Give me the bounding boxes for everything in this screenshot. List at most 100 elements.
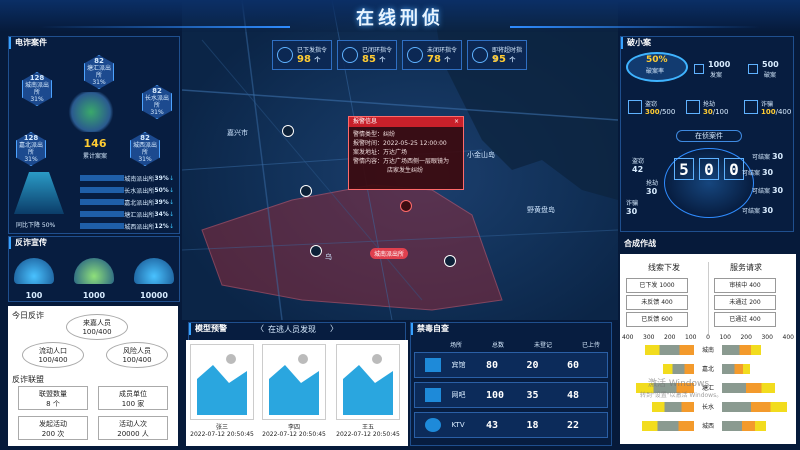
right-stat: 可结案 30 [742,168,774,177]
stat-unclosed[interactable]: 未闭环指令 78 个 [402,40,462,70]
list-item[interactable]: 长水派出所 50% ↓ [80,184,174,196]
stat-value: 85 个 [362,54,386,65]
alliance-participants[interactable]: 活动人次 20000 人 [98,416,168,440]
command-icon [342,47,358,63]
butterfly-label: 长水 [701,404,714,411]
prev-arrow-icon[interactable]: 〈 [256,323,264,334]
list-item[interactable]: 城南派出所 39% ↓ [80,172,174,184]
alliance-activities[interactable]: 发起活动 200 次 [18,416,88,440]
alliance-title: 反诈联盟 [12,375,44,384]
stat-value: 95 个 [492,54,516,65]
fraud-total-value: 146 [83,137,107,150]
bar-icon [80,187,124,193]
police-marker-icon[interactable] [444,255,456,267]
list-item[interactable]: 塘汇派出所 34% ↓ [80,208,174,220]
alarm-popup[interactable]: 报警信息 × 警情类型：纠纷 报警时间：2022-05-25 12:00:00 … [348,116,464,190]
today-item-visitors[interactable]: 来嘉人员 100/400 [66,314,128,340]
active-cases-tab[interactable]: 在侦案件 [676,130,742,142]
butterfly-row[interactable]: 长水 [624,401,792,413]
butterfly-bar-left [645,345,694,355]
person-caption: 王五 2022-07-12 20:50:45 [336,424,400,438]
case-icon [748,64,758,74]
left-stat: 盗窃 42 [632,158,645,174]
theft-icon [628,100,642,114]
center-digits: 5 0 0 [674,158,744,180]
today-item-floating[interactable]: 流动人口 100/400 [22,342,84,368]
police-marker-icon[interactable] [282,125,294,137]
right-stat: 可结案 30 [752,186,784,195]
stat-issued[interactable]: 已下发指令 98 个 [272,40,332,70]
butterfly-row[interactable]: 城南 [624,344,792,356]
popup-line: 店家发生纠纷 [387,167,424,174]
image-placeholder-icon [337,345,399,419]
fraud-compare: 同比下降 50% [16,222,56,229]
right-stat: 可结案 30 [742,206,774,215]
command-icon [472,47,488,63]
windows-watermark-sub: 转到"设置"以激活 Windows。 [640,392,723,399]
service-approved[interactable]: 已通过 400 [714,312,776,327]
publicity-value: 10000 [140,291,168,300]
table-row[interactable]: 网吧 100 35 48 [414,382,608,408]
windows-watermark: 激活 Windows [648,379,710,389]
panel-title: 模型预警 [189,323,249,335]
butterfly-bar-right [722,383,775,393]
map-label-yehuangpan: 野黄盘岛 [527,206,555,214]
popup-header: 报警信息 × [349,117,463,127]
popup-line: 报警时间：2022-05-25 12:00:00 [353,140,447,147]
person-card[interactable] [190,344,254,420]
microphone-icon [425,418,441,432]
alliance-members[interactable]: 成员单位 100 家 [98,386,168,410]
popup-title: 报警信息 [353,118,378,125]
today-item-risk[interactable]: 风险人员 100/400 [106,342,168,368]
stat-overdue[interactable]: 即将超时指令 95 个 [467,40,527,70]
butterfly-label: 城西 [701,423,714,430]
table-row[interactable]: 宾馆 80 20 60 [414,352,608,378]
bar-icon [80,175,124,181]
solved-label: 破案 [764,72,777,79]
alliance-count[interactable]: 联盟数量 8 个 [18,386,88,410]
stat-value: 98 个 [297,54,321,65]
person-caption: 李四 2022-07-12 20:50:45 [262,424,326,438]
service-title: 服务请求 [730,263,762,272]
command-icon [277,47,293,63]
popup-line: 案发地址：万达广场 [353,149,408,156]
panel-title: 禁毒自查 [411,323,471,335]
panel-title: 破小案 [621,37,793,49]
fraud-total-label: 累计案案 [82,153,107,160]
service-reviewing[interactable]: 审核中 400 [714,278,776,293]
stat-closed[interactable]: 已闭环指令 85 个 [337,40,397,70]
alarm-marker-icon[interactable] [400,200,412,212]
command-icon [407,47,423,63]
issue-replied[interactable]: 已反馈 600 [626,312,688,327]
header-decoration [510,26,760,28]
issue-unreplied[interactable]: 未反馈 400 [626,295,688,310]
butterfly-bar-right [722,421,766,431]
butterfly-label: 城南 [701,347,714,354]
page-title: 在线刑侦 [356,8,444,29]
solved-value: 500 [762,60,779,69]
person-card[interactable] [262,344,326,420]
police-marker-icon[interactable] [300,185,312,197]
issue-sent[interactable]: 已下发 1000 [626,278,688,293]
close-icon[interactable]: × [454,117,463,127]
combined-title: 合成作战 [624,239,656,248]
bar-icon [80,211,124,217]
map-label-jiaxing: 嘉兴市 [227,129,248,137]
butterfly-row[interactable]: 城西 [624,420,792,432]
publicity-value: 1000 [82,291,106,300]
crystal-icon [66,92,116,132]
butterfly-row[interactable]: 嘉北 [624,363,792,375]
robbery-icon [686,100,700,114]
table-row[interactable]: KTV 43 18 22 [414,412,608,438]
map-label-xiaojinshan: 小金山岛 [467,151,495,159]
list-item[interactable]: 嘉北派出所 39% ↓ [80,196,174,208]
police-marker-icon[interactable] [310,245,322,257]
map-district-badge[interactable]: 城南派出所 [370,248,409,259]
next-arrow-icon[interactable]: 〉 [330,323,338,334]
service-rejected[interactable]: 未通过 200 [714,295,776,310]
internet-cafe-icon [425,388,441,402]
right-stat: 可结案 30 [752,152,784,161]
person-card[interactable] [336,344,400,420]
kind-name: 盗窃 [645,101,658,108]
list-item[interactable]: 城西派出所 12% ↓ [80,220,174,232]
